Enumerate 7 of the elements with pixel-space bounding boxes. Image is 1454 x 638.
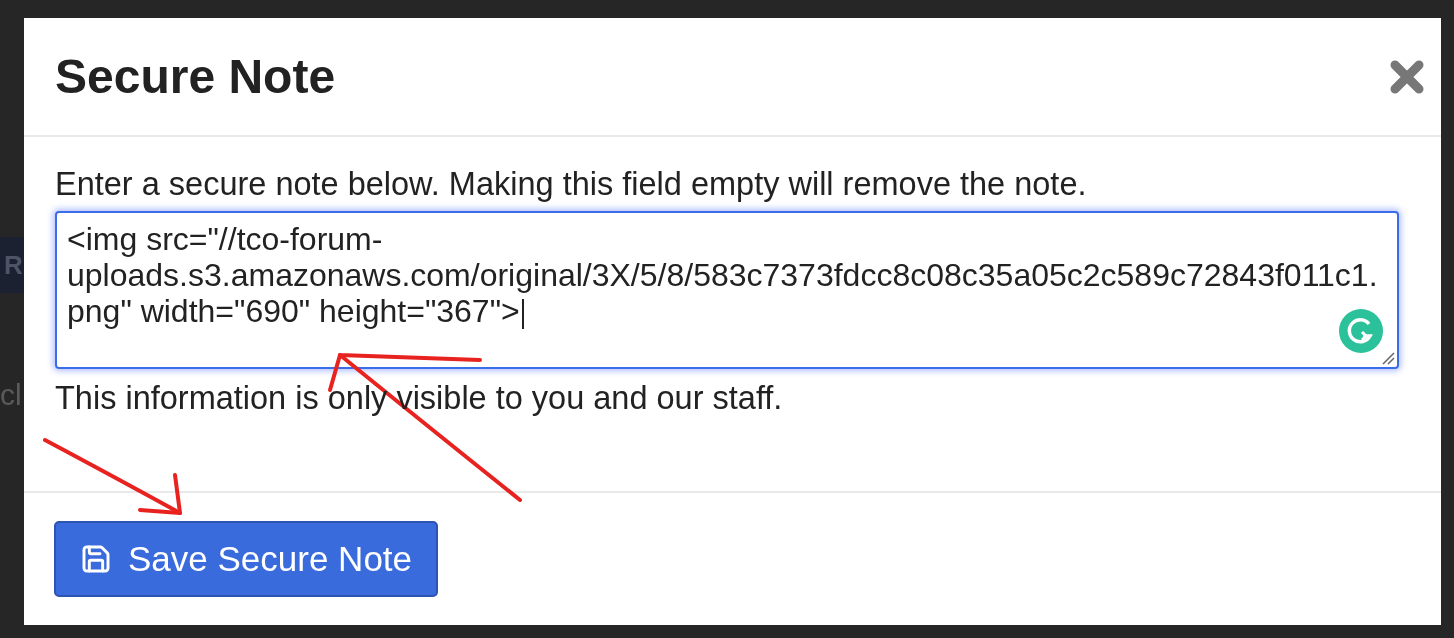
- close-icon[interactable]: [1389, 58, 1425, 95]
- resize-handle-icon[interactable]: [1381, 351, 1395, 365]
- privacy-text: This information is only visible to you and our staff.: [55, 379, 784, 417]
- save-button[interactable]: Save Secure Note: [54, 521, 439, 597]
- modal-title: Secure Note: [55, 49, 336, 104]
- instruction-text: Enter a secure note below. Making this field empty will remove the note.: [55, 165, 1088, 203]
- note-field[interactable]: <img src="//tco-forum-uploads.s3.amazonaws.com/original/3X/5/8/583c7373fdcc8c08c35a05c2c589c72843f011c1.png" width="690" height="367">: [55, 211, 1399, 369]
